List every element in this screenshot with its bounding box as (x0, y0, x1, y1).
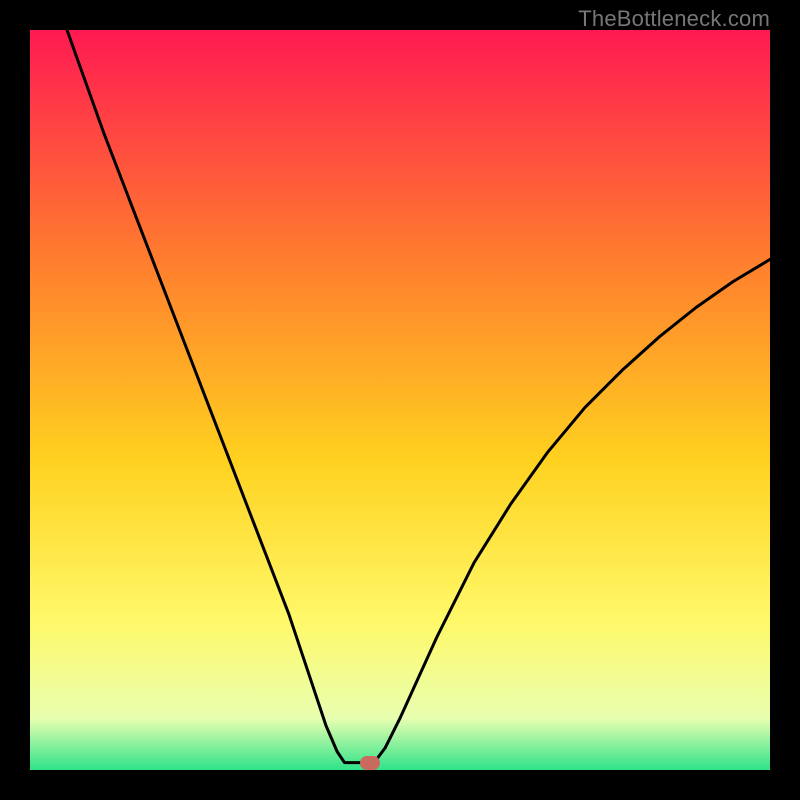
watermark-text: TheBottleneck.com (578, 6, 770, 32)
gradient-background (30, 30, 770, 770)
plot-area (30, 30, 770, 770)
chart-svg (30, 30, 770, 770)
optimum-marker (360, 756, 380, 770)
chart-container: TheBottleneck.com (0, 0, 800, 800)
